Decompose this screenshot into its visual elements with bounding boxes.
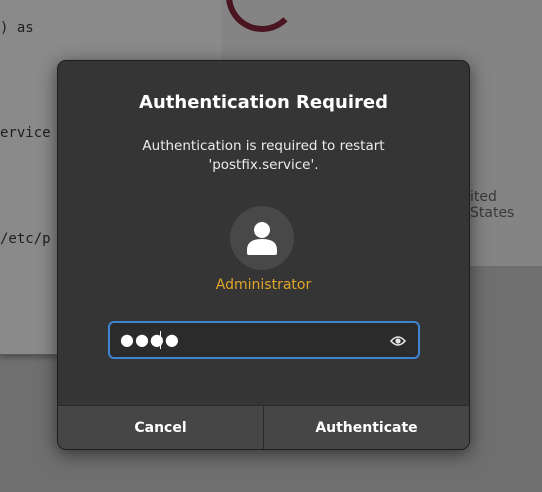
terminal-line: ervice [0, 125, 51, 141]
dialog-message-line: 'postfix.service'. [208, 157, 319, 173]
terminal-line: /etc/p [0, 231, 51, 247]
dialog-message-line: Authentication is required to restart [142, 138, 385, 154]
dialog-action-area: Cancel Authenticate [58, 405, 469, 449]
dialog-title: Authentication Required [139, 92, 388, 113]
password-input[interactable]: ●●●● [108, 321, 420, 359]
authentication-dialog: Authentication Required Authentication i… [57, 60, 470, 450]
eye-icon[interactable] [389, 333, 407, 347]
terminal-line: ) as [0, 20, 34, 36]
avatar-icon [230, 206, 294, 270]
background-settings-text: ited States [470, 189, 515, 221]
password-mask: ●●●● [120, 330, 180, 349]
text-caret [160, 331, 161, 349]
cancel-button[interactable]: Cancel [58, 406, 264, 449]
dialog-message: Authentication is required to restart 'p… [98, 137, 429, 175]
user-name: Administrator [215, 277, 312, 293]
authenticate-button[interactable]: Authenticate [264, 406, 469, 449]
